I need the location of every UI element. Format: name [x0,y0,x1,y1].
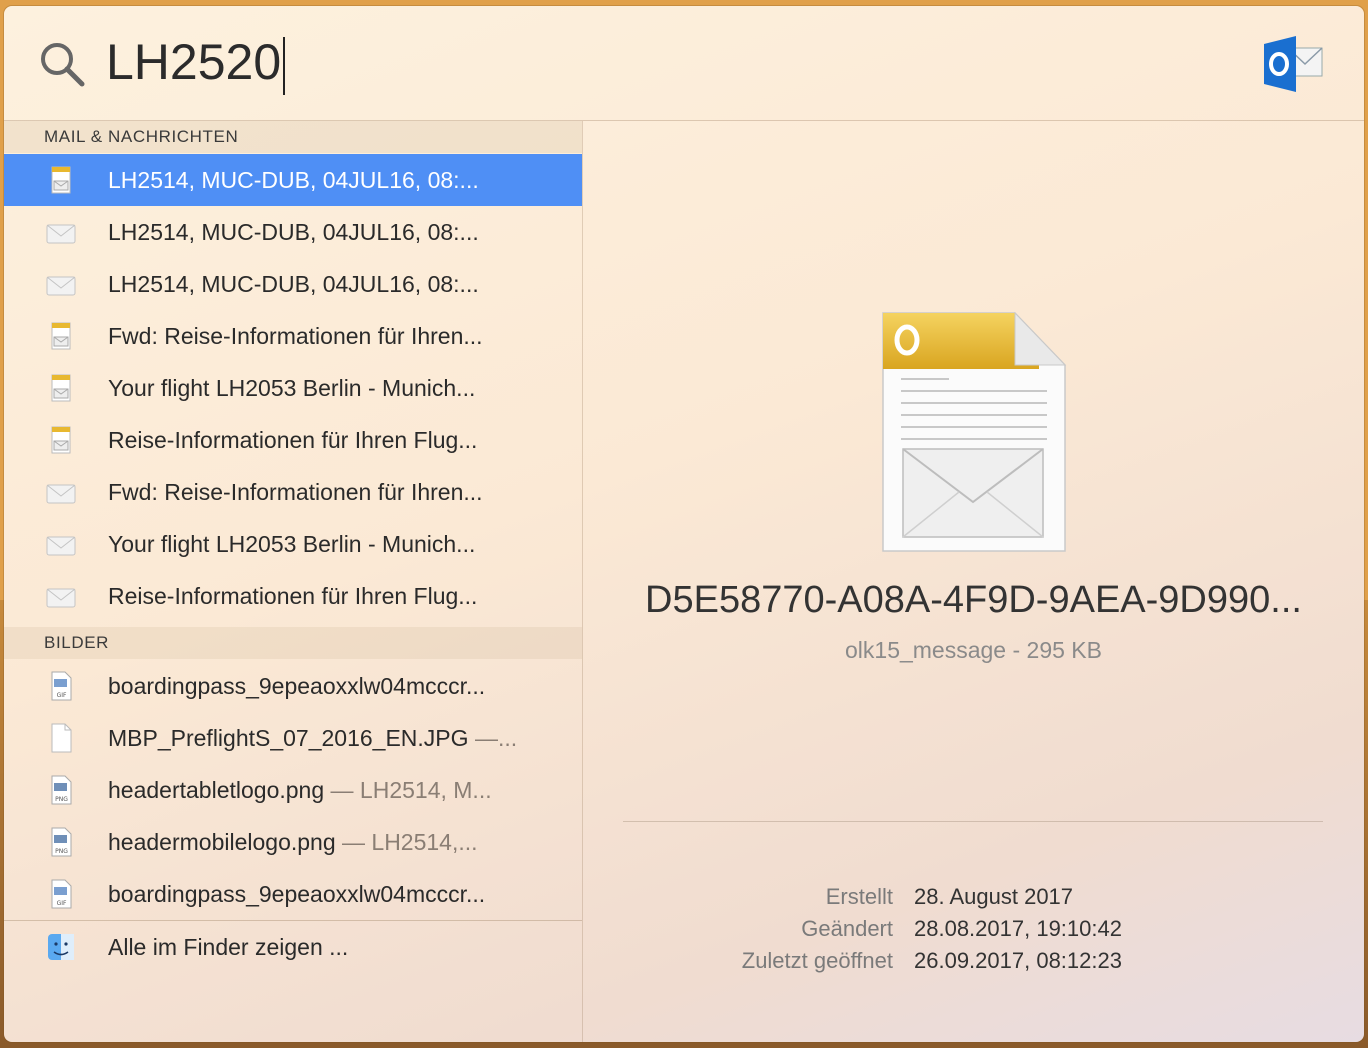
result-mail-item[interactable]: Reise-Informationen für Ihren Flug... [4,414,582,466]
gif-file-icon: GIF [51,671,72,701]
result-mail-item[interactable]: Reise-Informationen für Ihren Flug... [4,570,582,622]
envelope-icon [46,536,76,556]
result-label: Your flight LH2053 Berlin - Munich... [108,531,476,557]
section-header-images: BILDER [4,627,582,659]
meta-row-created: Erstellt 28. August 2017 [583,881,1364,913]
gif-file-icon: GIF [51,879,72,909]
result-mail-item[interactable]: Fwd: Reise-Informationen für Ihren... [4,466,582,518]
result-mail-item[interactable]: Your flight LH2053 Berlin - Munich... [4,362,582,414]
svg-text:GIF: GIF [57,692,67,699]
outlook-message-doc-icon [51,166,71,194]
search-query: LH2520 [106,34,282,90]
envelope-icon [46,276,76,296]
result-label: LH2514, MUC-DUB, 04JUL16, 08:... [108,271,479,297]
search-input[interactable]: LH2520 [106,28,286,96]
result-label: headermobilelogo.png — LH2514,... [108,829,478,855]
envelope-icon [46,588,76,608]
result-label: headertabletlogo.png — LH2514, M... [108,777,492,803]
result-label: boardingpass_9epeaoxxlw04mcccr... [108,881,486,907]
meta-value: 28.08.2017, 19:10:42 [914,916,1122,941]
result-label: LH2514, MUC-DUB, 04JUL16, 08:... [108,219,479,245]
preview-pane: D5E58770-A08A-4F9D-9AEA-9D990... olk15_m… [583,121,1364,1042]
result-mail-item[interactable]: Your flight LH2053 Berlin - Munich... [4,518,582,570]
meta-key: Geändert [801,916,893,941]
finder-icon [48,934,74,960]
section-header-mail: MAIL & NACHRICHTEN [4,121,582,153]
result-mail-item[interactable]: LH2514, MUC-DUB, 04JUL16, 08:... [4,206,582,258]
result-image-item[interactable]: MBP_PreflightS_07_2016_EN.JPG —... [4,712,582,764]
search-icon [41,43,85,87]
svg-text:PNG: PNG [55,796,68,803]
blank-file-icon [51,723,72,753]
envelope-icon [46,224,76,244]
outlook-icon [1264,36,1323,92]
spotlight-window: LH2520 MAIL & NACHRICHTEN LH2514, MUC-DU… [4,6,1364,1042]
search-bar: LH2520 [4,6,1364,121]
result-label: Fwd: Reise-Informationen für Ihren... [108,323,483,349]
meta-value: 26.09.2017, 08:12:23 [914,948,1122,973]
show-all-in-finder[interactable]: Alle im Finder zeigen ... [4,921,582,973]
outlook-message-doc-icon [51,374,71,402]
svg-text:GIF: GIF [57,900,67,907]
envelope-icon [46,484,76,504]
result-label: Reise-Informationen für Ihren Flug... [108,583,478,609]
preview-file-subtitle: olk15_message - 295 KB [845,637,1102,663]
outlook-message-file-icon [882,311,1067,552]
svg-text:PNG: PNG [55,848,68,855]
result-image-item[interactable]: GIF boardingpass_9epeaoxxlw04mcccr... [4,868,582,920]
meta-value: 28. August 2017 [914,884,1074,909]
result-image-item[interactable]: PNG headermobilelogo.png — LH2514,... [4,816,582,868]
outlook-message-doc-icon [51,322,71,350]
result-mail-item[interactable]: Fwd: Reise-Informationen für Ihren... [4,310,582,362]
result-label: Fwd: Reise-Informationen für Ihren... [108,479,483,505]
results-list: MAIL & NACHRICHTEN LH2514, MUC-DUB, 04JU… [4,121,583,1042]
result-label: boardingpass_9epeaoxxlw04mcccr... [108,673,486,699]
text-caret [283,36,286,95]
preview-divider [623,821,1323,822]
result-image-item[interactable]: GIF boardingpass_9epeaoxxlw04mcccr... [4,660,582,712]
meta-key: Erstellt [825,884,893,909]
result-mail-item[interactable]: LH2514, MUC-DUB, 04JUL16, 08:... [4,154,582,206]
result-label: LH2514, MUC-DUB, 04JUL16, 08:... [108,167,479,193]
result-label: Your flight LH2053 Berlin - Munich... [108,375,476,401]
png-file-icon: PNG [51,827,72,857]
result-mail-item[interactable]: LH2514, MUC-DUB, 04JUL16, 08:... [4,258,582,310]
meta-row-last-opened: Zuletzt geöffnet 26.09.2017, 08:12:23 [583,945,1364,977]
meta-row-modified: Geändert 28.08.2017, 19:10:42 [583,913,1364,945]
outlook-message-doc-icon [51,426,71,454]
preview-file-title: D5E58770-A08A-4F9D-9AEA-9D990... [645,579,1302,621]
show-all-label: Alle im Finder zeigen ... [108,934,349,960]
meta-key: Zuletzt geöffnet [741,948,893,973]
result-label: MBP_PreflightS_07_2016_EN.JPG —... [108,725,518,751]
result-label: Reise-Informationen für Ihren Flug... [108,427,478,453]
result-image-item[interactable]: PNG headertabletlogo.png — LH2514, M... [4,764,582,816]
png-file-icon: PNG [51,775,72,805]
